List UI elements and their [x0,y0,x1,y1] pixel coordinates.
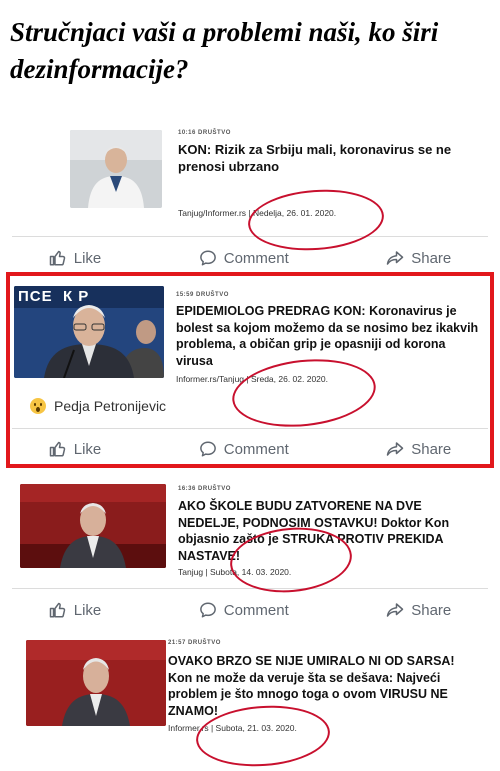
post-card-4[interactable]: 21:57 DRUŠTVO OVAKO BRZO SE NIJE UMIRALO… [0,636,500,750]
share-icon [386,603,404,617]
divider [12,588,488,589]
like-button[interactable]: Like [49,440,102,458]
post-title[interactable]: OVAKO BRZO SE NIJE UMIRALO NI OD SARSA! … [168,653,468,719]
post-actions: Like Comment Share [0,246,500,270]
comment-icon [199,602,216,618]
divider [12,428,488,429]
thumbs-up-icon [49,602,65,618]
like-button[interactable]: Like [49,601,102,619]
share-label: Share [411,601,452,619]
comment-label: Comment [223,440,289,458]
post-actions: Like Comment Share [0,598,500,622]
comment-icon [199,441,216,457]
comment-button[interactable]: Comment [199,601,289,619]
like-label: Like [73,249,102,267]
post-category: DRUŠTVO [188,640,221,646]
post-actions: Like Comment Share [0,437,500,461]
share-button[interactable]: Share [386,440,451,458]
post-card-3[interactable]: 16:36 DRUŠTVO AKO ŠKOLE BUDU ZATVORENE N… [0,482,500,632]
reaction-row[interactable]: Pedja Petronijevic [30,398,166,414]
comment-label: Comment [223,601,289,619]
post-card-2[interactable]: ПСЕ К Р 15:59 DRUŠTVO EPIDEMIOLOG PREDRA… [0,282,500,466]
post-source: Tanjug | Subota, 14. 03. 2020. [178,567,292,577]
thumbs-up-icon [49,441,65,457]
comment-button[interactable]: Comment [199,440,289,458]
share-icon [386,442,404,456]
thumbnail-caption: ПСЕ К Р [18,288,90,305]
share-label: Share [411,440,452,458]
post-category: DRUŠTVO [198,130,231,136]
like-label: Like [73,601,102,619]
post-category: DRUŠTVO [196,292,229,298]
post-category: DRUŠTVO [198,486,231,492]
post-card-1[interactable]: 10:16 DRUŠTVO KON: Rizik za Srbiju mali,… [0,128,500,274]
comment-button[interactable]: Comment [199,249,289,267]
post-time: 21:57 [168,640,186,646]
post-title[interactable]: KON: Rizik za Srbiju mali, koronavirus s… [178,141,478,175]
share-label: Share [411,249,452,267]
wow-reaction-icon [30,398,46,414]
like-button[interactable]: Like [49,249,102,267]
divider [12,236,488,237]
comment-icon [199,250,216,266]
post-title[interactable]: EPIDEMIOLOG PREDRAG KON: Koronavirus je … [176,303,480,369]
post-thumbnail[interactable] [20,484,166,568]
post-thumbnail[interactable] [70,130,162,208]
share-icon [386,251,404,265]
reactor-name[interactable]: Pedja Petronijevic [54,398,166,414]
post-source: Tanjug/Informer.rs | Nedelja, 26. 01. 20… [178,208,337,218]
thumbs-up-icon [49,250,65,266]
like-label: Like [73,440,102,458]
post-time: 16:36 [178,486,196,492]
post-thumbnail[interactable] [26,640,166,726]
post-source: Informer.rs | Subota, 21. 03. 2020. [168,723,297,733]
post-time: 10:16 [178,130,196,136]
comment-label: Comment [223,249,289,267]
post-title[interactable]: AKO ŠKOLE BUDU ZATVORENE NA DVE NEDELJE,… [178,498,478,564]
post-time: 15:59 [176,292,194,298]
post-thumbnail[interactable]: ПСЕ К Р [14,286,164,378]
post-source: Informer.rs/Tanjug | Sreda, 26. 02. 2020… [176,374,328,384]
share-button[interactable]: Share [386,249,451,267]
headline: Stručnjaci vaši a problemi naši, ko širi… [10,17,439,84]
share-button[interactable]: Share [386,601,451,619]
